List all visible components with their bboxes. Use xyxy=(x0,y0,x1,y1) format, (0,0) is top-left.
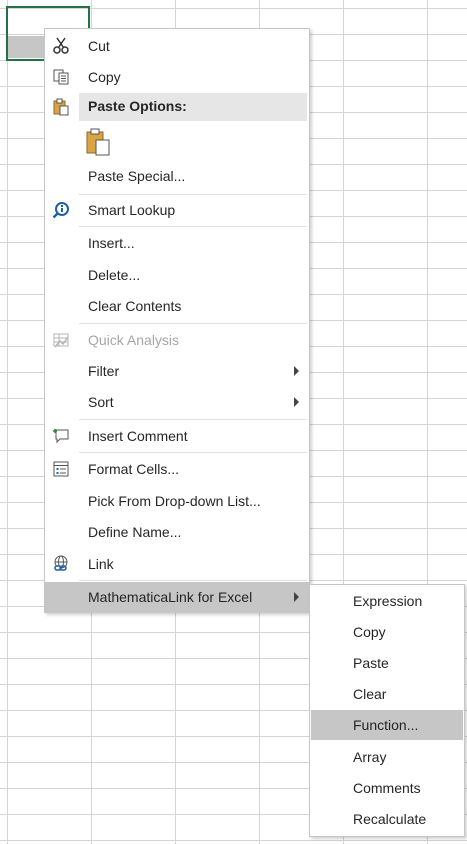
scissors-icon xyxy=(51,36,71,56)
submenu-item-array[interactable]: Array xyxy=(311,742,463,772)
menu-item-sort[interactable]: Sort xyxy=(45,387,309,417)
menu-item-filter[interactable]: Filter xyxy=(45,356,309,386)
submenu-item-expression[interactable]: Expression xyxy=(311,586,463,616)
menu-item-label: Clear Contents xyxy=(88,298,182,314)
menu-item-insert-comment[interactable]: Insert Comment xyxy=(45,421,309,451)
menu-separator xyxy=(79,580,307,581)
menu-item-quick-analysis: Quick Analysis xyxy=(45,325,309,355)
menu-item-label: Sort xyxy=(88,394,114,410)
menu-item-label: Define Name... xyxy=(88,524,182,540)
paste-options-label: Paste Options: xyxy=(88,98,187,114)
chevron-right-icon xyxy=(294,592,299,602)
submenu-item-function[interactable]: Function... xyxy=(311,710,463,740)
menu-item-label: Quick Analysis xyxy=(88,332,180,348)
submenu-item-label: Array xyxy=(353,749,387,765)
submenu-item-paste[interactable]: Paste xyxy=(311,648,463,678)
link-icon xyxy=(51,554,71,574)
comment-icon xyxy=(51,426,71,446)
menu-item-label: Paste Special... xyxy=(88,168,186,184)
menu-item-label: Link xyxy=(88,556,114,572)
format-cells-icon xyxy=(51,459,71,479)
menu-item-copy[interactable]: Copy xyxy=(45,62,309,92)
mathematicalink-submenu: Expression Copy Paste Clear Function... … xyxy=(309,584,465,837)
submenu-item-label: Comments xyxy=(353,780,421,796)
submenu-item-comments[interactable]: Comments xyxy=(311,773,463,803)
paste-options-header: Paste Options: xyxy=(79,93,307,121)
submenu-item-label: Clear xyxy=(353,686,387,702)
menu-separator xyxy=(79,419,307,420)
quick-analysis-icon xyxy=(51,330,71,350)
menu-item-pick-from-dropdown[interactable]: Pick From Drop-down List... xyxy=(45,486,309,516)
paste-options-icon-holder xyxy=(45,92,79,122)
menu-item-clear-contents[interactable]: Clear Contents xyxy=(45,291,309,321)
menu-item-cut[interactable]: Cut xyxy=(45,31,309,61)
menu-item-insert[interactable]: Insert... xyxy=(45,228,309,258)
submenu-item-copy[interactable]: Copy xyxy=(311,617,463,647)
menu-separator xyxy=(79,226,307,227)
menu-item-label: Filter xyxy=(88,363,120,379)
menu-item-label: MathematicaLink for Excel xyxy=(88,589,253,605)
menu-item-smart-lookup[interactable]: Smart Lookup xyxy=(45,195,309,225)
submenu-item-label: Recalculate xyxy=(353,811,427,827)
menu-item-label: Cut xyxy=(88,38,110,54)
paste-icon xyxy=(51,97,71,117)
paste-option-icon xyxy=(84,127,114,160)
paste-option-default[interactable] xyxy=(45,125,309,159)
menu-item-link[interactable]: Link xyxy=(45,549,309,579)
submenu-item-label: Expression xyxy=(353,593,423,609)
smart-lookup-icon xyxy=(51,200,71,220)
chevron-right-icon xyxy=(294,397,299,407)
menu-item-label: Delete... xyxy=(88,267,141,283)
copy-icon xyxy=(51,67,71,87)
menu-item-format-cells[interactable]: Format Cells... xyxy=(45,454,309,484)
menu-item-label: Pick From Drop-down List... xyxy=(88,493,261,509)
menu-item-label: Copy xyxy=(88,69,121,85)
menu-item-label: Insert Comment xyxy=(88,428,188,444)
menu-item-label: Smart Lookup xyxy=(88,202,176,218)
submenu-item-label: Copy xyxy=(353,624,386,640)
submenu-item-label: Function... xyxy=(353,717,419,733)
menu-item-delete[interactable]: Delete... xyxy=(45,260,309,290)
menu-item-define-name[interactable]: Define Name... xyxy=(45,517,309,547)
submenu-item-recalculate[interactable]: Recalculate xyxy=(311,804,463,834)
context-menu: Cut Copy Paste Options: Paste Special...… xyxy=(44,28,310,613)
menu-item-paste-special[interactable]: Paste Special... xyxy=(45,161,309,191)
menu-item-label: Insert... xyxy=(88,235,135,251)
menu-item-label: Format Cells... xyxy=(88,461,180,477)
menu-separator xyxy=(79,323,307,324)
submenu-item-clear[interactable]: Clear xyxy=(311,679,463,709)
chevron-right-icon xyxy=(294,366,299,376)
submenu-item-label: Paste xyxy=(353,655,389,671)
menu-item-mathematicalink[interactable]: MathematicaLink for Excel xyxy=(45,582,309,612)
menu-separator xyxy=(79,452,307,453)
